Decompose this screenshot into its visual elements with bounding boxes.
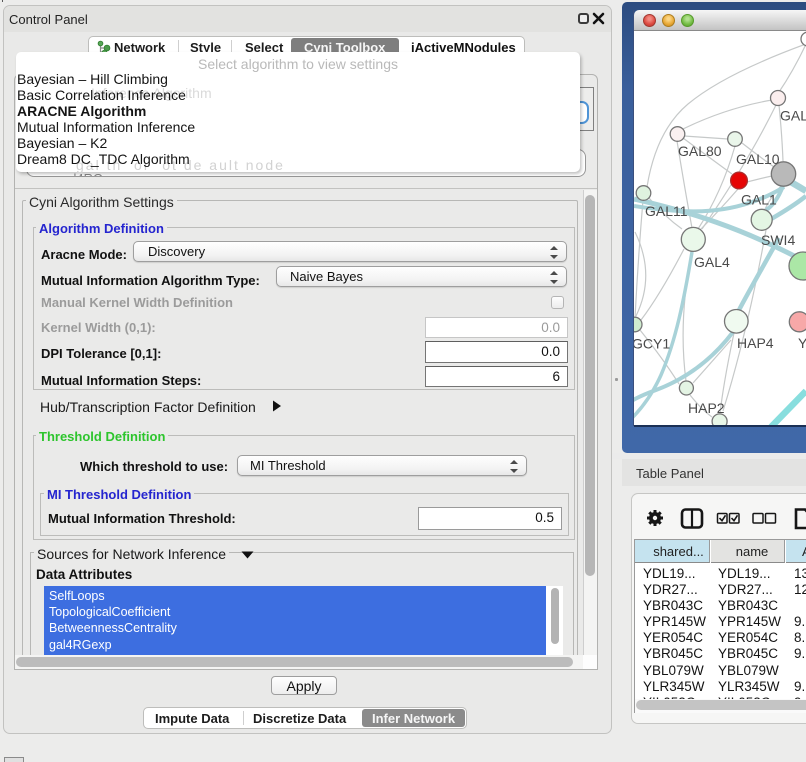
svg-text:GAL10: GAL10 — [736, 151, 780, 167]
svg-text:HAP2: HAP2 — [688, 400, 725, 416]
svg-text:GAL1: GAL1 — [741, 192, 777, 208]
svg-text:SWI4: SWI4 — [761, 232, 795, 248]
svg-text:GAL4: GAL4 — [694, 254, 730, 270]
svg-text:GAL80: GAL80 — [678, 143, 722, 159]
svg-text:HAP4: HAP4 — [737, 335, 774, 351]
svg-text:GAL7: GAL7 — [780, 108, 806, 124]
svg-text:GCY1: GCY1 — [634, 336, 670, 352]
svg-text:Y: Y — [798, 335, 806, 351]
svg-text:GAL11: GAL11 — [645, 203, 688, 219]
